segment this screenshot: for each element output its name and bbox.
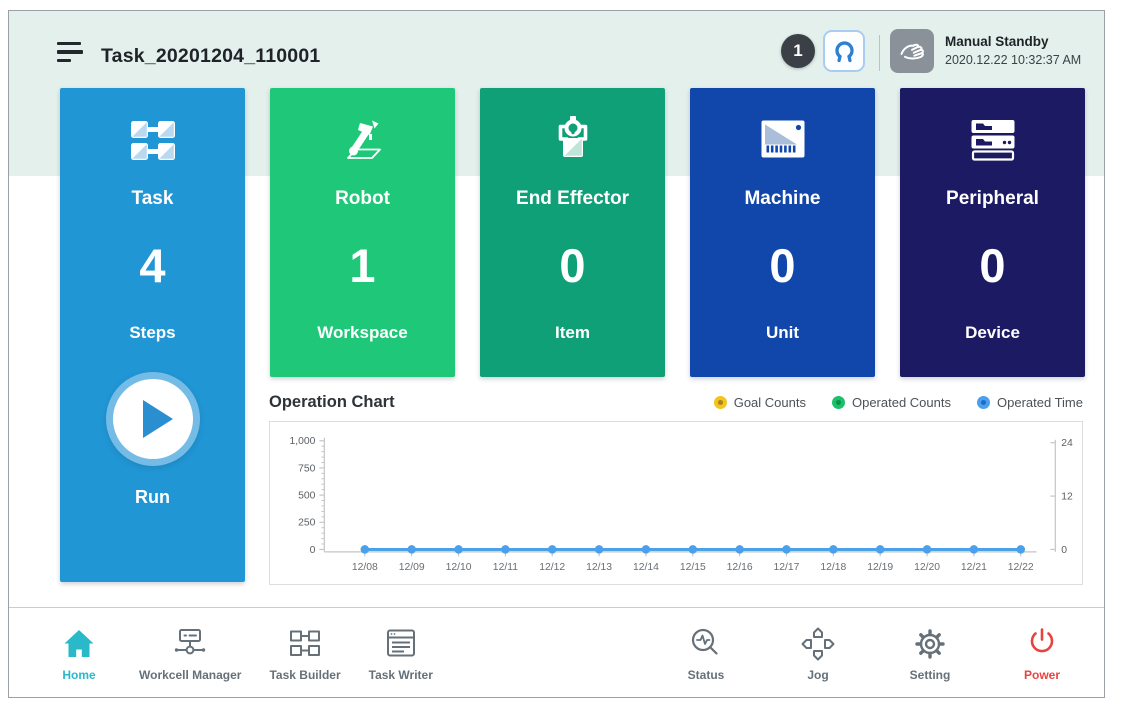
app-window: Task_20201204_110001 1 Manual Standby 20… [8,10,1105,698]
operated-time-dot-icon [977,396,990,409]
nav-task-builder[interactable]: Task Builder [269,626,340,682]
peripheral-stack-icon [970,118,1016,162]
gripper-icon [832,39,857,64]
card-unit: Item [555,323,590,343]
card-label: Peripheral [946,188,1039,210]
legend-goal-counts[interactable]: Goal Counts [714,395,806,410]
bottom-nav: Home Workcell Manager [9,608,1104,698]
card-value: 1 [349,238,375,293]
card-machine[interactable]: Machine 0 Unit [690,88,875,377]
task-writer-icon [383,626,419,662]
svg-text:500: 500 [298,491,316,502]
notification-badge: 1 [781,34,815,68]
card-label: Machine [744,188,820,210]
page-title: Task_20201204_110001 [101,45,320,68]
svg-text:12/18: 12/18 [820,562,846,573]
svg-text:12/21: 12/21 [961,562,987,573]
legend-operated-counts[interactable]: Operated Counts [832,395,951,410]
hamburger-menu-icon[interactable] [57,42,83,66]
svg-text:12/14: 12/14 [633,562,659,573]
card-value: 0 [769,238,795,293]
card-unit: Unit [766,323,799,343]
svg-text:0: 0 [1061,545,1067,556]
card-task[interactable]: Task 4 Steps Run [60,88,245,582]
card-end-effector[interactable]: End Effector 0 Item [480,88,665,377]
manual-hand-icon [898,37,926,65]
card-label: End Effector [516,188,629,210]
workcell-manager-icon [172,626,208,662]
svg-text:250: 250 [298,518,316,529]
svg-text:24: 24 [1061,438,1073,449]
status-icon [688,626,724,662]
card-value: 4 [139,238,165,293]
svg-text:12/19: 12/19 [867,562,893,573]
svg-text:12/08: 12/08 [352,562,378,573]
gripper-item-icon [550,115,596,165]
power-icon [1024,626,1060,662]
nav-workcell-manager[interactable]: Workcell Manager [139,626,241,682]
robot-arm-icon [340,117,386,163]
svg-text:0: 0 [310,545,316,556]
operated-counts-dot-icon [832,396,845,409]
card-robot[interactable]: Robot 1 Workspace [270,88,455,377]
svg-text:12/12: 12/12 [539,562,565,573]
mode-timestamp: 2020.12.22 10:32:37 AM [945,53,1081,69]
card-value: 0 [979,238,1005,293]
svg-text:12/15: 12/15 [680,562,706,573]
card-value: 0 [559,238,585,293]
svg-text:1,000: 1,000 [290,436,316,447]
machine-icon [760,119,806,161]
svg-text:12/17: 12/17 [774,562,800,573]
run-label: Run [135,487,170,508]
home-icon [61,626,97,662]
card-unit: Device [965,323,1020,343]
setting-gear-icon [912,626,948,662]
task-builder-icon [287,626,323,662]
nav-task-writer[interactable]: Task Writer [369,626,433,682]
nav-home[interactable]: Home [47,626,111,682]
mode-label: Manual Standby [945,34,1081,51]
operation-chart-svg: 0 250 500 750 1,000 0 12 24 12/08 12/09 12/10 12/11… [270,422,1082,584]
svg-text:12/13: 12/13 [586,562,612,573]
task-blocks-icon [130,120,176,161]
play-icon [143,400,173,438]
card-label: Task [132,188,174,210]
run-button[interactable]: Run [113,379,193,508]
card-unit: Steps [129,323,175,343]
nav-jog[interactable]: Jog [786,626,850,682]
header-divider [879,35,880,71]
svg-text:12/20: 12/20 [914,562,940,573]
run-circle[interactable] [113,379,193,459]
nav-status[interactable]: Status [674,626,738,682]
svg-text:12/09: 12/09 [399,562,425,573]
goal-counts-dot-icon [714,396,727,409]
nav-setting[interactable]: Setting [898,626,962,682]
svg-text:12: 12 [1061,492,1073,503]
gripper-tool-button[interactable] [823,30,865,72]
svg-text:12/10: 12/10 [446,562,472,573]
svg-text:750: 750 [298,463,316,474]
card-peripheral[interactable]: Peripheral 0 Device [900,88,1085,377]
operation-chart: 0 250 500 750 1,000 0 12 24 12/08 12/09 12/10 12/11… [269,421,1083,585]
mode-status: Manual Standby 2020.12.22 10:32:37 AM [945,34,1081,69]
chart-legend: Goal Counts Operated Counts Operated Tim… [714,395,1083,410]
card-label: Robot [335,188,390,210]
svg-text:12/16: 12/16 [727,562,753,573]
chart-header: Operation Chart Goal Counts Operated Cou… [269,393,1083,412]
manual-mode-button[interactable] [890,29,934,73]
jog-icon [800,626,836,662]
chart-title: Operation Chart [269,393,395,412]
card-unit: Workspace [317,323,407,343]
svg-text:12/11: 12/11 [493,562,518,573]
nav-power[interactable]: Power [1010,626,1074,682]
legend-operated-time[interactable]: Operated Time [977,395,1083,410]
svg-text:12/22: 12/22 [1008,562,1034,573]
